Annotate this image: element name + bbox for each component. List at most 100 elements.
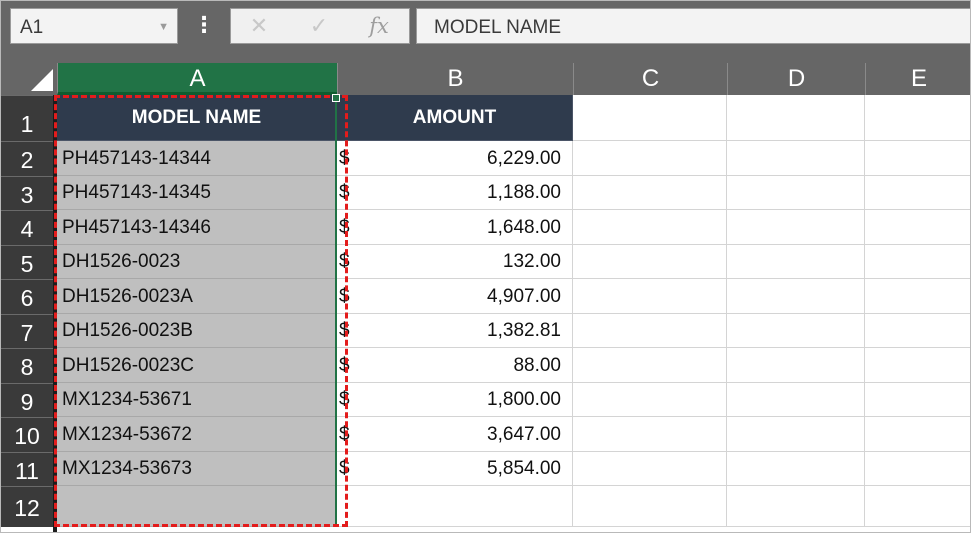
amount-value: 88.00	[513, 355, 561, 376]
amount-cell[interactable]: $1,382.81	[337, 314, 573, 348]
grid-cell[interactable]	[865, 176, 970, 210]
select-all-triangle-icon	[31, 69, 53, 91]
grid-cell[interactable]	[727, 383, 865, 417]
header-label-model-name: MODEL NAME	[131, 107, 262, 128]
row-header-2[interactable]: 2	[1, 141, 53, 176]
amount-value: 1,800.00	[487, 389, 561, 410]
grid-cell[interactable]	[727, 141, 865, 176]
grid-cell[interactable]	[573, 210, 727, 245]
column-header-a[interactable]: A	[57, 63, 337, 95]
currency-symbol: $	[339, 389, 350, 410]
currency-symbol: $	[339, 458, 350, 479]
model-name-cell[interactable]: DH1526-0023B	[57, 314, 337, 348]
grid-cell[interactable]	[727, 245, 865, 279]
column-header-b[interactable]: B	[337, 63, 573, 95]
table-header-model-name[interactable]: MODEL NAME	[57, 95, 337, 141]
row-header-7[interactable]: 7	[1, 314, 53, 348]
grid-cell[interactable]	[573, 314, 727, 348]
model-name-cell[interactable]: MX1234-53673	[57, 452, 337, 486]
grid-cell[interactable]	[573, 279, 727, 314]
formula-input[interactable]: MODEL NAME	[416, 8, 970, 44]
grid-cell[interactable]	[727, 348, 865, 383]
grid-cell[interactable]	[727, 176, 865, 210]
amount-cell[interactable]: $1,800.00	[337, 383, 573, 417]
more-options-icon[interactable]: ⋮	[191, 8, 217, 44]
cancel-icon[interactable]: ✕	[239, 11, 279, 41]
name-box[interactable]: A1 ▼	[10, 8, 178, 44]
grid-cell[interactable]	[865, 210, 970, 245]
grid-cell[interactable]	[573, 383, 727, 417]
grid-cell[interactable]	[573, 245, 727, 279]
currency-symbol: $	[339, 355, 350, 376]
grid-cell[interactable]	[865, 95, 970, 141]
fill-handle[interactable]	[332, 94, 340, 102]
grid-cell[interactable]	[573, 141, 727, 176]
row-header-3[interactable]: 3	[1, 176, 53, 210]
grid-cell[interactable]	[573, 95, 727, 141]
column-header-c[interactable]: C	[573, 63, 727, 95]
column-header-e[interactable]: E	[865, 63, 970, 95]
row-header-1[interactable]: 1	[1, 95, 53, 141]
amount-value: 1,382.81	[487, 320, 561, 341]
row-header-9[interactable]: 9	[1, 383, 53, 417]
amount-cell[interactable]: $88.00	[337, 348, 573, 383]
grid-cell[interactable]	[865, 383, 970, 417]
amount-cell[interactable]: $4,907.00	[337, 279, 573, 314]
row-header-6[interactable]: 6	[1, 279, 53, 314]
model-name-cell[interactable]: DH1526-0023C	[57, 348, 337, 383]
model-name-cell[interactable]: MX1234-53671	[57, 383, 337, 417]
row-header-10[interactable]: 10	[1, 417, 53, 452]
enter-check-icon[interactable]: ✓	[299, 11, 339, 41]
grid-cell[interactable]	[727, 314, 865, 348]
grid-cell[interactable]	[865, 314, 970, 348]
grid-cell[interactable]	[865, 245, 970, 279]
row-header-12[interactable]: 12	[1, 486, 53, 527]
grid-cell[interactable]	[573, 486, 727, 527]
grid-cell[interactable]	[337, 486, 573, 527]
row-header-11[interactable]: 11	[1, 452, 53, 486]
grid-cell[interactable]	[865, 279, 970, 314]
amount-cell[interactable]: $1,648.00	[337, 210, 573, 245]
grid-cell[interactable]	[573, 452, 727, 486]
table-header-amount[interactable]: AMOUNT	[337, 95, 573, 141]
grid-cell[interactable]	[727, 486, 865, 527]
grid-cell[interactable]	[573, 176, 727, 210]
grid-cell[interactable]	[727, 417, 865, 452]
row-header-8[interactable]: 8	[1, 348, 53, 383]
currency-symbol: $	[339, 320, 350, 341]
model-name-cell[interactable]	[57, 486, 337, 527]
row-header-5[interactable]: 5	[1, 245, 53, 279]
model-name-cell[interactable]: DH1526-0023A	[57, 279, 337, 314]
grid-cell[interactable]	[727, 95, 865, 141]
grid-cell[interactable]	[865, 141, 970, 176]
grid-cell[interactable]	[865, 417, 970, 452]
amount-cell[interactable]: $5,854.00	[337, 452, 573, 486]
select-all-button[interactable]	[1, 55, 57, 95]
amount-cell[interactable]: $3,647.00	[337, 417, 573, 452]
model-name-cell[interactable]: PH457143-14344	[57, 141, 337, 176]
model-name-cell[interactable]: PH457143-14346	[57, 210, 337, 245]
insert-function-icon[interactable]: fx	[359, 11, 399, 41]
currency-symbol: $	[339, 217, 350, 238]
chevron-down-icon[interactable]: ▼	[158, 21, 169, 33]
row-header-4[interactable]: 4	[1, 210, 53, 245]
model-name-value: MX1234-53673	[62, 458, 192, 479]
amount-cell[interactable]: $132.00	[337, 245, 573, 279]
currency-symbol: $	[339, 182, 350, 203]
amount-cell[interactable]: $1,188.00	[337, 176, 573, 210]
grid-cell[interactable]	[727, 452, 865, 486]
grid-cell[interactable]	[865, 348, 970, 383]
model-name-cell[interactable]: PH457143-14345	[57, 176, 337, 210]
grid-cell[interactable]	[727, 210, 865, 245]
column-header-d[interactable]: D	[727, 63, 865, 95]
grid-cell[interactable]	[573, 348, 727, 383]
amount-cell[interactable]: $6,229.00	[337, 141, 573, 176]
grid-cell[interactable]	[865, 452, 970, 486]
amount-value: 1,648.00	[487, 217, 561, 238]
grid-cell[interactable]	[573, 417, 727, 452]
model-name-cell[interactable]: MX1234-53672	[57, 417, 337, 452]
grid-cell[interactable]	[865, 486, 970, 527]
grid-cell[interactable]	[727, 279, 865, 314]
model-name-cell[interactable]: DH1526-0023	[57, 245, 337, 279]
amount-value: 5,854.00	[487, 458, 561, 479]
